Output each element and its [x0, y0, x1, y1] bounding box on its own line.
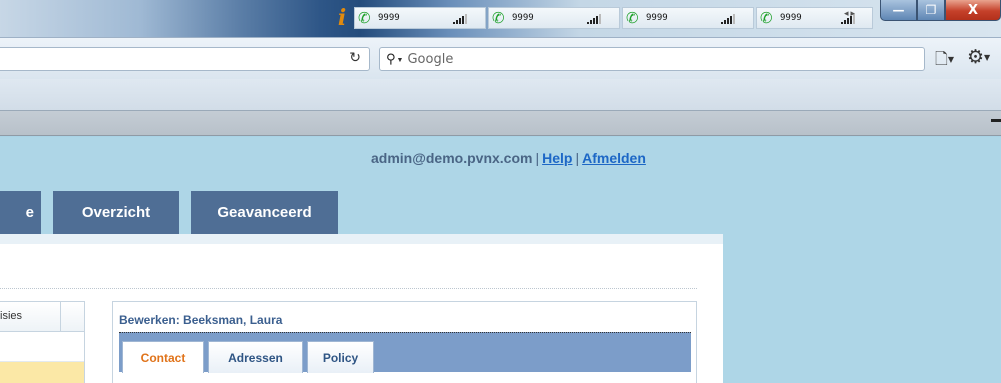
phone-icon: ✆ — [358, 9, 371, 27]
phone-line-1[interactable]: ✆ 9999 — [354, 7, 486, 29]
overflow-dash-icon: ▬ — [991, 114, 1001, 125]
help-link[interactable]: Help — [542, 150, 572, 166]
close-button[interactable]: X — [945, 0, 1001, 21]
phone-line-3[interactable]: ✆ 9999 — [622, 7, 754, 29]
phone-icon: ✆ — [760, 9, 773, 27]
content-panel: isies Bewerken: Beeksman, Laura Contact … — [0, 234, 723, 383]
search-box[interactable]: ⚲ ▼ — [379, 47, 925, 71]
tab-adressen[interactable]: Adressen — [208, 341, 303, 373]
address-bar[interactable]: ↻ — [0, 47, 370, 71]
tab-partial[interactable]: e — [0, 191, 41, 234]
search-input[interactable] — [407, 51, 888, 67]
phone-status-strip: i ✆ 9999 ✆ 9999 ✆ 9999 ✆ 9999 — [332, 5, 873, 31]
edit-tabbar: Contact Adressen Policy — [119, 332, 691, 373]
separator: | — [535, 150, 540, 166]
page-menu-icon[interactable]: 🗋▼ — [935, 48, 954, 75]
edit-panel: Bewerken: Beeksman, Laura Contact Adress… — [112, 301, 697, 383]
minimize-button[interactable]: — — [880, 0, 917, 21]
bookmarks-bar — [0, 79, 1001, 111]
grid-header: isies — [0, 302, 84, 332]
tab-contact[interactable]: Contact — [122, 341, 204, 373]
signal-strength-icon — [587, 14, 601, 24]
divider — [0, 288, 697, 289]
tab-overzicht[interactable]: Overzicht — [53, 191, 179, 234]
user-bar: admin@demo.pvnx.com | Help | Afmelden — [371, 150, 646, 166]
separator: | — [575, 150, 580, 166]
tab-geavanceerd[interactable]: Geavanceerd — [191, 191, 338, 234]
signal-strength-icon — [453, 14, 467, 24]
tab-strip: ▬ — [0, 111, 1001, 136]
gear-icon[interactable]: ⚙▼ — [967, 46, 990, 68]
list-grid: isies — [0, 301, 85, 383]
chevron-down-icon[interactable]: ▼ — [397, 57, 404, 64]
phone-icon: ✆ — [626, 9, 639, 27]
browser-navbar: ↻ ⚲ ▼ 🗋▼ ⚙▼ — [0, 37, 1001, 79]
phone-number: 9999 — [512, 13, 534, 23]
phone-icon: ✆ — [492, 9, 505, 27]
grid-column-header[interactable]: isies — [0, 302, 61, 331]
table-row-selected[interactable] — [0, 362, 84, 383]
web-page: admin@demo.pvnx.com | Help | Afmelden e Over… — [0, 137, 1001, 383]
reload-icon[interactable]: ↻ — [349, 50, 361, 66]
signal-strength-icon — [721, 14, 735, 24]
phone-number: 9999 — [646, 13, 668, 23]
scroll-arrows-icon[interactable]: ◂▸ — [844, 9, 857, 19]
user-email: admin@demo.pvnx.com — [371, 150, 533, 166]
window-titlebar: i ✆ 9999 ✆ 9999 ✆ 9999 ✆ 9999 ◂▸ — ❐ X — [0, 0, 1001, 37]
tab-policy[interactable]: Policy — [307, 341, 374, 373]
window-controls: — ❐ X — [880, 0, 1001, 22]
phone-line-2[interactable]: ✆ 9999 — [488, 7, 620, 29]
table-row[interactable] — [0, 332, 84, 362]
info-icon[interactable]: i — [332, 5, 352, 31]
edit-title: Bewerken: Beeksman, Laura — [119, 313, 283, 327]
phone-number: 9999 — [780, 13, 802, 23]
logout-link[interactable]: Afmelden — [582, 150, 646, 166]
main-navigation: e Overzicht Geavanceerd — [0, 191, 350, 234]
magnifier-icon[interactable]: ⚲ — [386, 52, 396, 67]
phone-number: 9999 — [378, 13, 400, 23]
maximize-button[interactable]: ❐ — [917, 0, 945, 21]
